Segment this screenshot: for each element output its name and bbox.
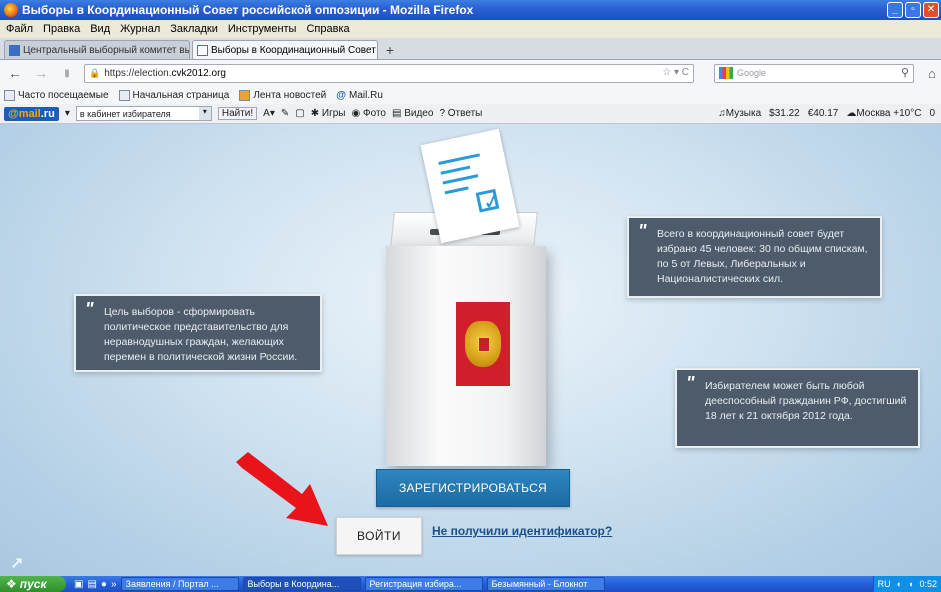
toolbar-widgets: ♫Музыка $31.22 €40.17 ☁Москва +10°C 0	[718, 108, 941, 119]
pencil-icon[interactable]: ✎	[281, 108, 289, 119]
bookmark-mailru[interactable]: @ Mail.Ru	[336, 90, 383, 101]
mailru-toolbar: @mail.ru ▾ в кабинет избирателя ▾ Найти!…	[0, 104, 941, 124]
expand-arrow-icon[interactable]: ↗	[10, 554, 23, 574]
music-widget[interactable]: ♫Музыка	[718, 108, 761, 119]
firefox-logo-icon	[4, 3, 18, 17]
url-prefix: https://election.	[104, 67, 172, 79]
link-video[interactable]: ▤ Видео	[392, 108, 433, 119]
cabinet-select[interactable]: в кабинет избирателя ▾	[75, 106, 212, 121]
quote-icon: "	[85, 299, 94, 319]
page-icon	[118, 89, 130, 101]
notification-count: 0	[929, 108, 935, 119]
quick-launch: ▣ ▤ ● »	[74, 579, 117, 590]
page-content: " Цель выборов - сформировать политическ…	[0, 124, 941, 576]
bookmarks-toolbar: Часто посещаемые Начальная страница Лент…	[0, 86, 941, 104]
voter-card: " Избирателем может быть любой дееспособ…	[675, 368, 920, 448]
window-title: Выборы в Координационный Совет российско…	[22, 3, 474, 17]
star-reload-icon[interactable]: ☆ ▾ C	[662, 67, 689, 78]
usd-rate: $31.22	[769, 108, 800, 119]
start-button[interactable]: ❖ пуск	[0, 576, 66, 592]
login-button[interactable]: ВОЙТИ	[336, 517, 422, 555]
url-bar[interactable]: 🔒 https://election. cvk2012.org ☆ ▾ C	[84, 63, 694, 83]
new-tab-button[interactable]: +	[380, 41, 400, 59]
rss-icon	[239, 89, 251, 101]
eur-rate: €40.17	[807, 108, 839, 119]
dropdown-arrow-icon[interactable]: ▾	[65, 108, 70, 119]
bookmark-news-feed[interactable]: Лента новостей	[239, 89, 326, 101]
navigation-bar: ← → ▮ 🔒 https://election. cvk2012.org ☆ ▾…	[0, 60, 941, 86]
search-icon[interactable]: ⚲	[901, 66, 909, 79]
window-icon[interactable]: ▢	[295, 108, 304, 119]
close-button[interactable]: ✕	[923, 2, 939, 18]
register-button[interactable]: ЗАРЕГИСТРИРОВАТЬСЯ	[376, 469, 570, 507]
maximize-button[interactable]: ▫	[905, 2, 921, 18]
menu-history[interactable]: Журнал	[120, 23, 160, 35]
windows-logo-icon: ❖	[6, 577, 17, 591]
quote-icon: "	[638, 221, 647, 241]
task-notepad[interactable]: Безымянный - Блокнот	[486, 577, 605, 591]
menu-file[interactable]: Файл	[6, 23, 33, 35]
checkmark-icon: ✓	[475, 187, 503, 215]
minimize-button[interactable]: _	[887, 2, 903, 18]
forward-arrow-icon[interactable]: →	[32, 65, 50, 81]
lock-icon: 🔒	[89, 67, 101, 78]
voter-text: Избирателем может быть любой дееспособны…	[705, 380, 907, 422]
menu-help[interactable]: Справка	[306, 23, 349, 35]
clock: 0:52	[919, 579, 937, 589]
task-portal[interactable]: Заявления / Портал ...	[120, 577, 239, 591]
system-tray: RU ◐ ◖ 0:52	[872, 576, 941, 592]
menu-bookmarks[interactable]: Закладки	[170, 23, 218, 35]
search-box[interactable]: Google ⚲	[714, 63, 914, 83]
back-arrow-icon[interactable]: ←	[6, 65, 24, 81]
weather-widget[interactable]: ☁Москва +10°C	[846, 108, 921, 119]
search-placeholder: Google	[737, 68, 767, 78]
text-size-icon[interactable]: A▾	[263, 108, 275, 119]
menu-tools[interactable]: Инструменты	[228, 23, 297, 35]
tab-elections[interactable]: Выборы в Координационный Совет ро... ✕	[192, 40, 378, 59]
find-button[interactable]: Найти!	[217, 107, 258, 120]
mailru-logo[interactable]: @mail.ru	[4, 106, 59, 121]
goal-card: " Цель выборов - сформировать политическ…	[74, 294, 322, 372]
chevron-down-icon: ▾	[198, 107, 211, 120]
windows-taskbar: ❖ пуск ▣ ▤ ● » Заявления / Портал ... Вы…	[0, 576, 941, 592]
menubar: Файл Правка Вид Журнал Закладки Инструме…	[0, 20, 941, 38]
bookmark-icon	[4, 89, 15, 101]
google-icon	[719, 67, 733, 79]
at-icon: @	[336, 89, 346, 101]
tab-label: Выборы в Координационный Совет ро...	[211, 44, 377, 56]
language-indicator[interactable]: RU	[878, 579, 891, 589]
council-card: " Всего в координационный совет будет из…	[627, 216, 882, 298]
network-icon[interactable]: ◐	[897, 579, 902, 589]
bookmark-most-visited[interactable]: Часто посещаемые	[4, 89, 109, 101]
link-answers[interactable]: ? Ответы	[439, 108, 482, 119]
more-icon[interactable]: »	[111, 579, 117, 590]
council-text: Всего в координационный совет будет избр…	[657, 228, 868, 285]
window-titlebar: Выборы в Координационный Совет российско…	[0, 0, 941, 20]
no-id-link[interactable]: Не получили идентификатор?	[432, 524, 612, 538]
task-elections[interactable]: Выборы в Координа...	[242, 577, 361, 591]
home-icon[interactable]: ⌂	[928, 66, 936, 81]
folder-icon[interactable]: ▤	[87, 579, 96, 590]
signal-icon: ▮	[64, 67, 70, 79]
tab-cvk[interactable]: Центральный выборный комитет выб... ✕	[4, 40, 190, 59]
red-arrow-icon	[236, 452, 328, 526]
desktop-icon[interactable]: ▣	[74, 579, 83, 590]
task-registration[interactable]: Регистрация избира...	[364, 577, 483, 591]
goal-text: Цель выборов - сформировать политическое…	[104, 306, 298, 363]
russian-coat-of-arms-icon	[456, 302, 510, 386]
menu-edit[interactable]: Правка	[43, 23, 80, 35]
ballot-favicon-icon	[197, 44, 208, 56]
window-controls: _ ▫ ✕	[887, 2, 939, 18]
tab-label: Центральный выборный комитет выб...	[23, 44, 190, 56]
quote-icon: "	[686, 373, 695, 393]
cvk-favicon-icon	[9, 44, 20, 56]
volume-icon[interactable]: ◖	[908, 579, 913, 589]
tab-bar: Центральный выборный комитет выб... ✕ Вы…	[0, 38, 941, 60]
link-games[interactable]: ✱ Игры	[311, 108, 346, 119]
link-photo[interactable]: ◉ Фото	[351, 108, 386, 119]
bookmark-start-page[interactable]: Начальная страница	[118, 89, 229, 101]
url-domain: cvk2012.org	[171, 67, 226, 79]
browser-icon[interactable]: ●	[101, 579, 107, 590]
menu-view[interactable]: Вид	[90, 23, 110, 35]
